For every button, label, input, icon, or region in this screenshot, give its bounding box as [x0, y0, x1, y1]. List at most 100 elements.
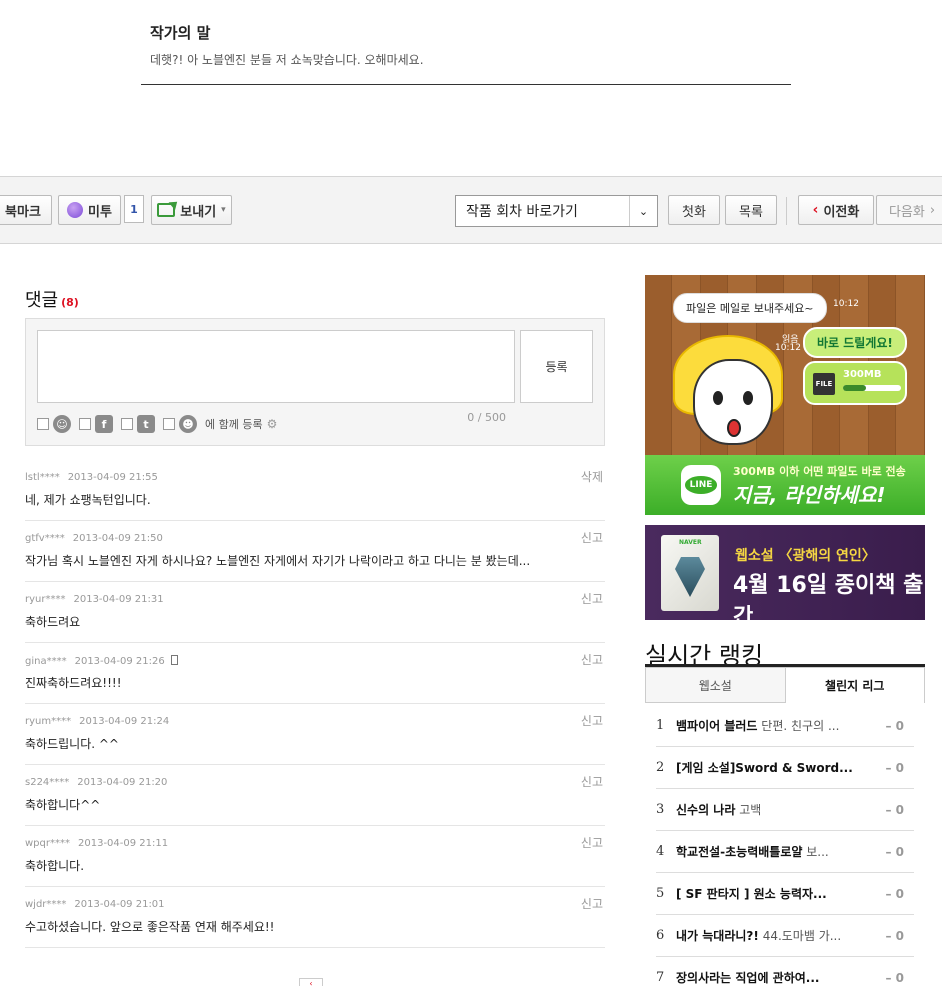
episode-select-value: 작품 회차 바로가기	[466, 204, 578, 220]
gear-icon[interactable]: ⚙	[267, 417, 278, 431]
prev-episode-button[interactable]: ‹ 이전화	[798, 195, 874, 225]
comment-text: 진짜축하드려요!!!!	[25, 676, 122, 690]
comment-meta: lstl**** 2013-04-09 21:55	[25, 472, 158, 483]
share-checkbox-me2day[interactable]	[37, 418, 49, 430]
rank-number: 5	[656, 886, 665, 901]
ranking-item[interactable]: 5 [ SF 판타지 ] 원소 능력자... – 0	[656, 873, 914, 915]
metoo-icon	[67, 202, 84, 218]
report-link[interactable]: 신고	[581, 590, 603, 607]
file-progress-bar	[843, 385, 901, 391]
comment-meta: ryur**** 2013-04-09 21:31	[25, 594, 164, 605]
rank-number: 4	[656, 844, 665, 859]
line-ad-illustration: 파일은 메일로 보내주세요~ 10:12 읽음 10:12 바로 드릴게요! F…	[645, 275, 925, 455]
rank-change: – 0	[885, 886, 904, 901]
author-note-text: 데햇?! 아 노블엔진 분들 저 쇼녹맞습니다. 오해마세요.	[150, 53, 424, 67]
book-ad-banner[interactable]: NAVER 웹소설 〈광해의 연인〉 4월 16일 종이책 출간	[645, 525, 925, 620]
facebook-icon: f	[95, 415, 113, 433]
comment-date: 2013-04-09 21:55	[67, 472, 158, 483]
comment-date: 2013-04-09 21:26	[74, 656, 165, 667]
rank-change: – 0	[885, 970, 904, 985]
comment-item: ryur**** 2013-04-09 21:31 축하드려요 신고	[25, 582, 605, 643]
comment-meta: gina**** 2013-04-09 21:26	[25, 655, 178, 667]
comment-user: ryur****	[25, 594, 66, 605]
report-link[interactable]: 신고	[581, 651, 603, 668]
rank-change: – 0	[885, 802, 904, 817]
comment-form: 등록 ☺ f t ☻ 에 함께 등록 ⚙ 0 / 500	[25, 318, 605, 446]
list-button[interactable]: 목록	[725, 195, 777, 225]
comment-item: lstl**** 2013-04-09 21:55 네, 제가 쇼팽녹턴입니다. …	[25, 460, 605, 521]
comment-user: wjdr****	[25, 899, 67, 910]
metoo-label: 미투	[88, 204, 112, 220]
line-ad-banner[interactable]: 파일은 메일로 보내주세요~ 10:12 읽음 10:12 바로 드릴게요! F…	[645, 275, 925, 515]
line-character-illustration	[673, 335, 783, 455]
rank-title: 내가 늑대라니?! 44.도마뱀 가...	[676, 929, 842, 943]
metoo-count: 1	[124, 195, 144, 223]
share-checkbox-yozm[interactable]	[163, 418, 175, 430]
chat-bubble: 파일은 메일로 보내주세요~	[673, 293, 827, 323]
comment-item: wpqr**** 2013-04-09 21:11 축하합니다. 신고	[25, 826, 605, 887]
report-link[interactable]: 신고	[581, 712, 603, 729]
book-ad-subtitle: 웹소설 〈광해의 연인〉	[735, 548, 876, 564]
book-ad-headline: 4월 16일 종이책 출간	[733, 573, 924, 620]
share-checkbox-twitter[interactable]	[121, 418, 133, 430]
comment-item: wjdr**** 2013-04-09 21:01 수고하셨습니다. 앞으로 좋은…	[25, 887, 605, 948]
comment-date: 2013-04-09 21:50	[72, 533, 163, 544]
rank-change: – 0	[885, 844, 904, 859]
report-link[interactable]: 신고	[581, 895, 603, 912]
ranking-item[interactable]: 3 신수의 나라 고백 – 0	[656, 789, 914, 831]
mobile-icon	[170, 655, 178, 665]
rank-number: 3	[656, 802, 665, 817]
comment-user: ryum****	[25, 716, 72, 727]
ranking-item[interactable]: 6 내가 늑대라니?! 44.도마뱀 가... – 0	[656, 915, 914, 957]
share-checkbox-facebook[interactable]	[79, 418, 91, 430]
rank-number: 1	[656, 718, 665, 733]
rank-change: – 0	[885, 928, 904, 943]
rank-number: 7	[656, 970, 665, 985]
rank-title: 뱀파이어 블러드 단편. 친구의 ...	[676, 719, 840, 733]
bookmark-button[interactable]: 북마크	[0, 195, 52, 225]
chevron-right-icon: ›	[929, 202, 936, 218]
episode-select[interactable]: 작품 회차 바로가기 ⌄	[455, 195, 658, 227]
report-link[interactable]: 신고	[581, 773, 603, 790]
comment-text: 수고하셨습니다. 앞으로 좋은작품 연재 해주세요!!	[25, 920, 275, 934]
tab-webnovel[interactable]: 웹소설	[645, 667, 785, 703]
report-link[interactable]: 신고	[581, 529, 603, 546]
first-episode-button[interactable]: 첫화	[668, 195, 720, 225]
bookmark-label: 북마크	[5, 204, 41, 220]
ranking-tabs: 웹소설 챌린지 리그	[645, 667, 925, 703]
chevron-down-icon: ⌄	[629, 196, 657, 226]
comment-text: 네, 제가 쇼팽녹턴입니다.	[25, 493, 151, 507]
comment-text: 축하드려요	[25, 615, 81, 629]
file-transfer-card: FILE 300MB	[803, 361, 907, 405]
naver-logo: NAVER	[679, 539, 702, 546]
comments-title: 댓글 (8)	[25, 286, 79, 312]
comment-submit-button[interactable]: 등록	[520, 330, 593, 403]
send-button[interactable]: 보내기 ▾	[151, 195, 232, 225]
comment-item: gtfv**** 2013-04-09 21:50 작가님 혹시 노블엔진 자게 …	[25, 521, 605, 582]
comment-date: 2013-04-09 21:31	[73, 594, 164, 605]
pagination-prev[interactable]: ‹	[299, 978, 323, 986]
comment-textarea[interactable]	[37, 330, 515, 403]
ranking-item[interactable]: 2 [게임 소설]Sword & Sword... – 0	[656, 747, 914, 789]
comments-title-label: 댓글	[25, 290, 59, 311]
chat-time: 10:12	[833, 299, 859, 309]
delete-link[interactable]: 삭제	[581, 468, 603, 485]
rank-title: [게임 소설]Sword & Sword...	[676, 761, 853, 775]
comment-meta: gtfv**** 2013-04-09 21:50	[25, 533, 163, 544]
pen-nib-icon	[675, 557, 705, 597]
ranking-item[interactable]: 7 장의사라는 직업에 관하여... – 0	[656, 957, 914, 986]
comment-user: wpqr****	[25, 838, 70, 849]
comment-user: s224****	[25, 777, 70, 788]
rank-change: – 0	[885, 718, 904, 733]
comment-meta: ryum**** 2013-04-09 21:24	[25, 716, 169, 727]
next-episode-button[interactable]: 다음화 ›	[876, 195, 942, 225]
metoo-button[interactable]: 미투	[58, 195, 121, 225]
chevron-left-icon: ‹	[812, 202, 819, 218]
comments-count: (8)	[61, 296, 79, 309]
report-link[interactable]: 신고	[581, 834, 603, 851]
tab-challenge-league[interactable]: 챌린지 리그	[784, 667, 925, 703]
rank-title: 신수의 나라 고백	[676, 803, 762, 817]
rank-title: 장의사라는 직업에 관하여...	[676, 971, 820, 985]
ranking-item[interactable]: 1 뱀파이어 블러드 단편. 친구의 ... – 0	[656, 705, 914, 747]
ranking-item[interactable]: 4 학교전설-초능력배틀로얄 보... – 0	[656, 831, 914, 873]
